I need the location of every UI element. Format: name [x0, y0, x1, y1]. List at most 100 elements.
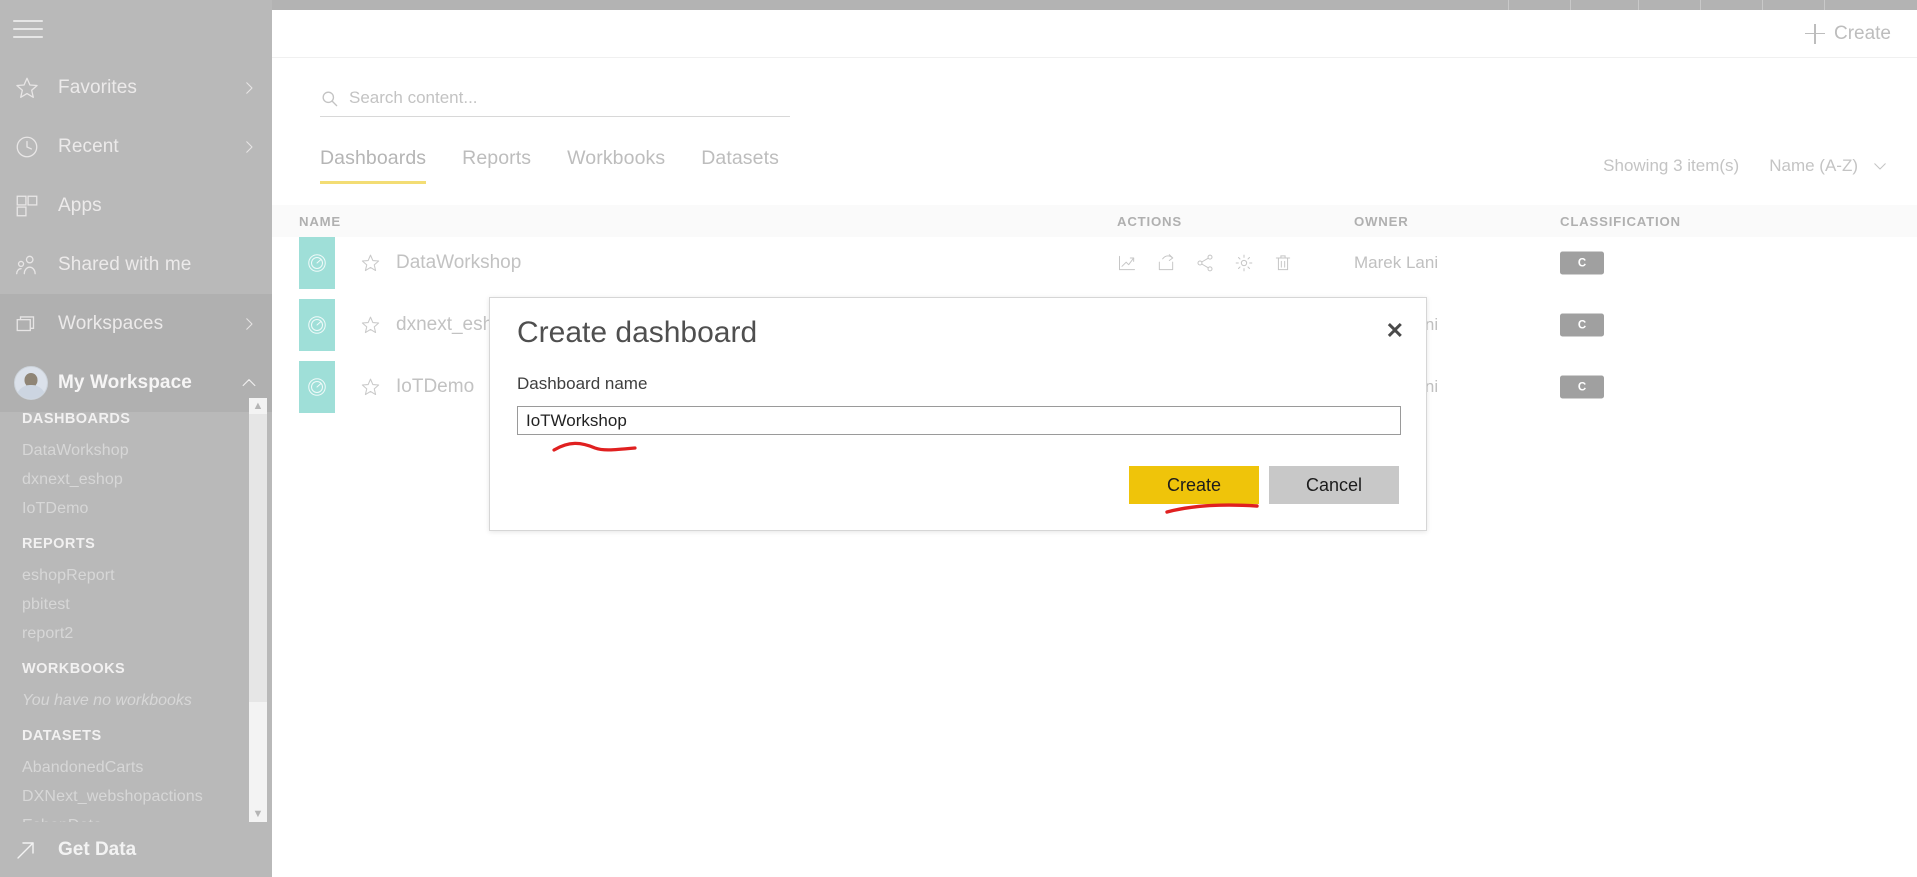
clock-icon: [14, 134, 58, 160]
create-top-label: Create: [1833, 22, 1891, 44]
classification-cell: C: [1560, 375, 1604, 399]
my-workspace-label: My Workspace: [58, 371, 192, 393]
dataset-link[interactable]: AbandonedCarts: [22, 753, 272, 782]
sidebar-item-workspaces[interactable]: Workspaces: [0, 294, 272, 353]
star-outline-icon[interactable]: [360, 253, 381, 274]
cancel-button[interactable]: Cancel: [1269, 466, 1399, 504]
tab-workbooks[interactable]: Workbooks: [567, 147, 665, 184]
dashboard-name-label: Dashboard name: [517, 374, 648, 393]
share-nodes-icon[interactable]: [1195, 253, 1215, 273]
chevron-right-icon[interactable]: [226, 79, 272, 97]
chevron-up-icon[interactable]: [226, 373, 272, 393]
create-dashboard-dialog: Create dashboard ✕ Dashboard name Create…: [489, 297, 1427, 531]
tab-divider: [1508, 0, 1509, 10]
star-outline-icon[interactable]: [360, 315, 381, 336]
workspace-group-workbooks: WORKBOOKS You have no workbooks: [0, 661, 272, 715]
app-root: Favorites Recent Apps Shared with me Wor…: [0, 0, 1917, 877]
dataset-link[interactable]: EshopData: [22, 811, 272, 822]
sidebar-item-favorites[interactable]: Favorites: [0, 58, 272, 117]
shared-people-icon: [14, 252, 58, 278]
chevron-right-icon[interactable]: [226, 315, 272, 333]
search-icon: [320, 89, 339, 108]
classification-cell: C: [1560, 251, 1604, 275]
group-title: REPORTS: [22, 536, 96, 552]
workspaces-icon: [14, 311, 58, 337]
group-title: DASHBOARDS: [22, 411, 131, 427]
group-title: DATASETS: [22, 728, 102, 744]
create-button[interactable]: Create: [1129, 466, 1259, 504]
report-link[interactable]: eshopReport: [22, 561, 272, 590]
chevron-right-icon[interactable]: [226, 138, 272, 156]
tab-dashboards[interactable]: Dashboards: [320, 147, 427, 184]
dashboard-name[interactable]: IoTDemo: [396, 376, 474, 398]
tab-divider: [1700, 0, 1701, 10]
get-data-button[interactable]: Get Data: [0, 822, 272, 877]
list-meta: Showing 3 item(s) Name (A-Z): [1603, 156, 1889, 176]
sidebar-item-shared-with-me[interactable]: Shared with me: [0, 235, 272, 294]
gear-icon[interactable]: [1234, 253, 1254, 273]
trash-icon[interactable]: [1273, 253, 1293, 273]
dashboard-link[interactable]: dxnext_eshop: [22, 465, 272, 494]
tab-divider: [1638, 0, 1639, 10]
sidebar-item-apps[interactable]: Apps: [0, 176, 272, 235]
scroll-up-arrow-icon[interactable]: ▲: [249, 398, 267, 414]
sidebar-item-label: Shared with me: [58, 253, 192, 275]
workspace-group-datasets: DATASETS AbandonedCarts DXNext_webshopac…: [0, 728, 272, 822]
tab-reports[interactable]: Reports: [462, 147, 531, 184]
tab-divider: [1824, 0, 1825, 10]
table-header: NAME ACTIONS OWNER CLASSIFICATION: [272, 205, 1917, 237]
star-icon: [14, 75, 58, 101]
arrow-up-right-icon: [14, 838, 58, 862]
dashboard-link[interactable]: IoTDemo: [22, 494, 272, 523]
dashboard-name[interactable]: DataWorkshop: [396, 252, 521, 274]
sidebar-item-label: Apps: [58, 194, 102, 216]
export-icon[interactable]: [1156, 253, 1176, 273]
sidebar-item-label: Recent: [58, 135, 119, 157]
sidebar-item-recent[interactable]: Recent: [0, 117, 272, 176]
column-header-actions: ACTIONS: [1117, 213, 1182, 229]
report-link[interactable]: pbitest: [22, 590, 272, 619]
column-header-owner: OWNER: [1354, 213, 1409, 229]
sort-control[interactable]: Name (A-Z): [1769, 156, 1889, 176]
dialog-title: Create dashboard: [517, 316, 758, 349]
tab-divider: [1570, 0, 1571, 10]
star-outline-icon[interactable]: [360, 377, 381, 398]
workspace-group-reports: REPORTS eshopReport pbitest report2: [0, 536, 272, 648]
dataset-link[interactable]: DXNext_webshopactions: [22, 782, 272, 811]
close-icon[interactable]: ✕: [1386, 320, 1404, 342]
status-badge: C: [1560, 251, 1604, 275]
content-tabs: Dashboards Reports Workbooks Datasets: [320, 147, 779, 184]
workspace-content-list: DASHBOARDS DataWorkshop dxnext_eshop IoT…: [0, 398, 272, 822]
search-input[interactable]: Search content...: [349, 88, 478, 108]
dashboard-name-input[interactable]: [517, 406, 1401, 435]
column-header-classification: CLASSIFICATION: [1560, 213, 1681, 229]
content-topbar: Create: [272, 10, 1917, 58]
hamburger-icon[interactable]: [13, 20, 43, 38]
workbooks-empty-text: You have no workbooks: [22, 692, 192, 709]
showing-count: Showing 3 item(s): [1603, 156, 1740, 175]
table-row[interactable]: DataWorkshop Marek Lani C: [272, 237, 1917, 289]
left-sidebar: Favorites Recent Apps Shared with me Wor…: [0, 0, 272, 877]
plus-icon: [1804, 23, 1825, 44]
tab-datasets[interactable]: Datasets: [701, 147, 779, 184]
browser-tab-strip: [0, 0, 1917, 10]
row-actions: [1117, 253, 1293, 273]
scroll-down-arrow-icon[interactable]: ▼: [249, 806, 267, 822]
group-title: WORKBOOKS: [22, 661, 126, 677]
sort-label: Name (A-Z): [1769, 156, 1858, 175]
line-chart-icon[interactable]: [1117, 253, 1137, 273]
column-header-name: NAME: [299, 213, 342, 229]
dashboard-link[interactable]: DataWorkshop: [22, 436, 272, 465]
search-bar[interactable]: Search content...: [320, 88, 790, 117]
tab-divider: [1762, 0, 1763, 10]
get-data-label: Get Data: [58, 838, 137, 860]
scrollbar-thumb[interactable]: [249, 414, 267, 702]
create-button-top[interactable]: Create: [1804, 22, 1891, 45]
report-link[interactable]: report2: [22, 619, 272, 648]
status-badge: C: [1560, 313, 1604, 337]
sidebar-scrollbar[interactable]: ▲ ▼: [249, 398, 267, 822]
sidebar-item-label: Workspaces: [58, 312, 164, 334]
chevron-down-icon[interactable]: [1871, 157, 1889, 175]
gauge-icon: [299, 361, 335, 413]
sidebar-item-label: Favorites: [58, 76, 138, 98]
